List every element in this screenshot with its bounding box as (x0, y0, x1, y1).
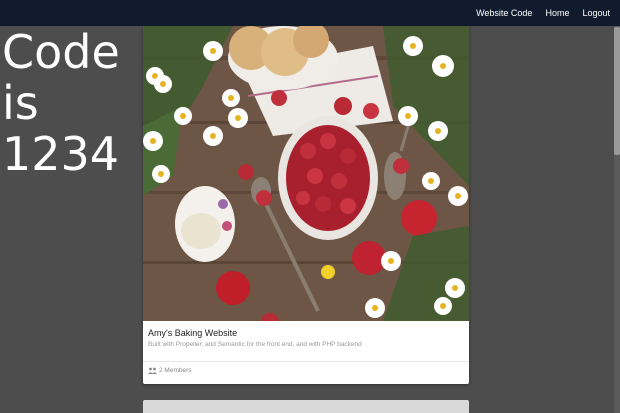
nav-link-logout[interactable]: Logout (582, 8, 610, 18)
card-body: Amy's Baking Website Built with Propelle… (143, 321, 469, 384)
card-image[interactable] (143, 26, 469, 321)
card-title[interactable]: Amy's Baking Website (148, 328, 464, 339)
card-divider (143, 361, 469, 362)
scrollbar-thumb[interactable] (614, 27, 620, 155)
code-overlay-text: Code is 1234 (2, 25, 120, 181)
next-project-card[interactable] (143, 400, 469, 413)
raspberries-flowers-image (143, 26, 469, 321)
card-members: 2 Members (148, 367, 192, 374)
members-count: 2 Members (159, 367, 192, 374)
nav-link-website-code[interactable]: Website Code (476, 8, 532, 18)
group-icon (148, 367, 157, 374)
project-card[interactable]: Amy's Baking Website Built with Propelle… (143, 26, 469, 384)
card-description: Built with Propeller, and Semantic for t… (148, 341, 362, 348)
top-navbar: Website Code Home Logout (0, 0, 620, 26)
nav-link-home[interactable]: Home (545, 8, 569, 18)
